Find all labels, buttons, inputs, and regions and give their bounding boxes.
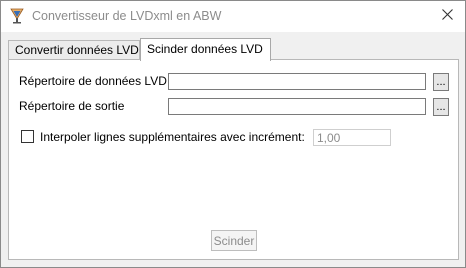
app-window: Convertisseur de LVDxml en ABW Convertir… — [0, 0, 466, 268]
increment-input[interactable] — [313, 129, 391, 146]
interpolate-label: Interpoler lignes supplémentaires avec i… — [40, 130, 305, 144]
lvd-dir-input[interactable] — [168, 73, 426, 90]
output-dir-input[interactable] — [168, 98, 426, 115]
interpolate-checkbox[interactable] — [21, 130, 34, 143]
tab-convert-lvd[interactable]: Convertir données LVD — [8, 40, 140, 59]
split-button[interactable]: Scinder — [211, 230, 257, 251]
close-button[interactable] — [435, 5, 459, 27]
lvd-app-icon — [9, 8, 25, 24]
split-lvd-panel: Répertoire de données LVD ... Répertoire… — [8, 59, 459, 260]
tab-split-lvd[interactable]: Scinder données LVD — [140, 38, 271, 61]
title-bar: Convertisseur de LVDxml en ABW — [1, 1, 465, 32]
close-icon — [441, 9, 453, 23]
lvd-dir-label: Répertoire de données LVD — [19, 74, 167, 88]
lvd-dir-browse-button[interactable]: ... — [433, 73, 449, 91]
output-dir-browse-button[interactable]: ... — [433, 98, 449, 116]
window-title: Convertisseur de LVDxml en ABW — [32, 9, 222, 23]
output-dir-label: Répertoire de sortie — [19, 99, 125, 113]
